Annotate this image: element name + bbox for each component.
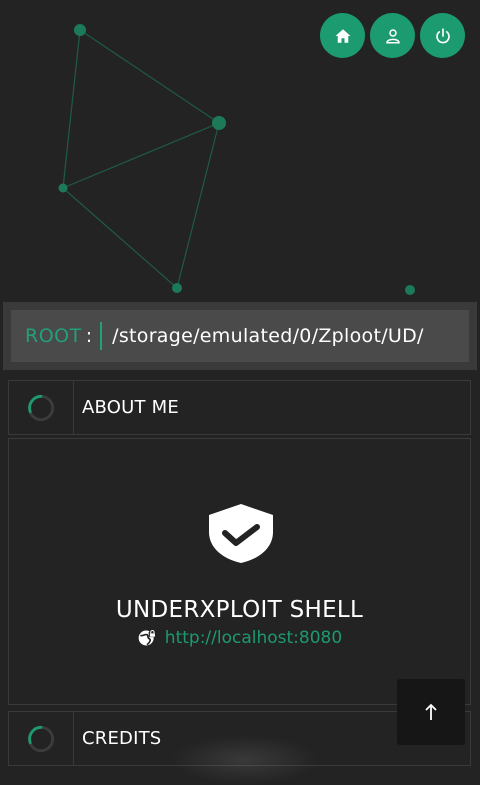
loading-spinner-icon: [27, 394, 55, 421]
home-icon: [335, 28, 350, 43]
section-title: ABOUT ME: [82, 397, 179, 418]
loading-spinner-icon: [27, 725, 55, 752]
arrow-up-icon: [425, 703, 437, 720]
path-value: /storage/emulated/0/Zploot/UD/: [112, 325, 424, 347]
card-link-row: http://localhost:8080: [9, 628, 470, 648]
spinner-container: [9, 381, 74, 434]
path-label: ROOT: [25, 325, 82, 347]
path-bar: ROOT : /storage/emulated/0/Zploot/UD/: [3, 302, 477, 370]
localhost-link[interactable]: http://localhost:8080: [165, 628, 342, 648]
card-title: UNDERXPLOIT SHELL: [115, 597, 364, 623]
top-toolbar: [320, 13, 465, 58]
globe-lock-icon: [138, 630, 156, 646]
scroll-to-top-button[interactable]: [397, 679, 465, 745]
power-icon: [435, 27, 450, 43]
section-about-me[interactable]: ABOUT ME: [8, 380, 471, 435]
user-button[interactable]: [370, 13, 415, 58]
bottom-glow: [170, 735, 320, 785]
shield-check-icon: [209, 504, 273, 563]
path-divider: [100, 322, 103, 350]
section-title: CREDITS: [82, 728, 162, 749]
user-icon: [385, 28, 400, 43]
power-button[interactable]: [420, 13, 465, 58]
path-display[interactable]: ROOT : /storage/emulated/0/Zploot/UD/: [11, 310, 469, 362]
home-button[interactable]: [320, 13, 365, 58]
shell-info-card: UNDERXPLOIT SHELL http://localhost:8080: [8, 438, 471, 705]
path-separator: :: [85, 325, 93, 347]
spinner-container: [9, 712, 74, 765]
